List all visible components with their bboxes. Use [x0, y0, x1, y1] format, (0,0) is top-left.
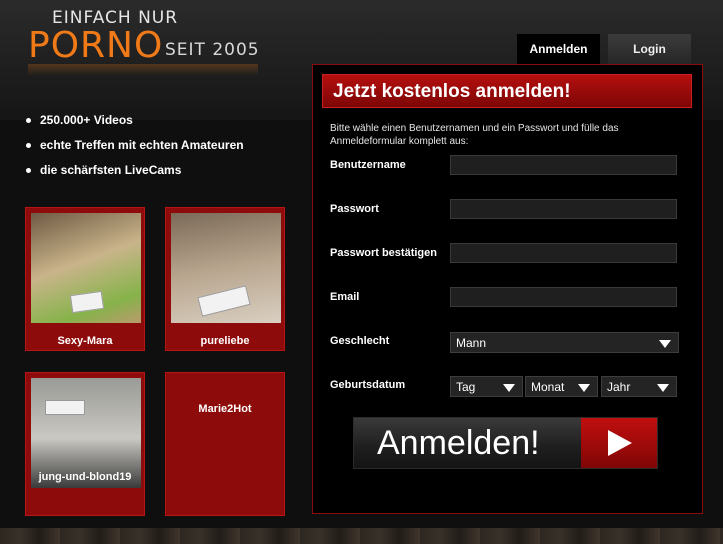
profile-name[interactable]: Marie2Hot — [166, 403, 284, 415]
profile-card[interactable]: jung-und-blond19 — [25, 372, 145, 516]
birth-year-value: Jahr — [607, 380, 631, 394]
password-confirm-input[interactable] — [450, 243, 677, 263]
photo-sign — [197, 285, 251, 317]
bottom-photo-strip — [0, 528, 723, 544]
bullet-icon — [26, 118, 31, 123]
profile-card[interactable]: pureliebe — [165, 207, 285, 351]
profile-photo[interactable] — [31, 213, 141, 323]
gender-value: Mann — [456, 336, 487, 350]
panel-title: Jetzt kostenlos anmelden! — [333, 81, 571, 102]
gender-select[interactable]: Mann — [450, 332, 679, 353]
feature-item: die schärfsten LiveCams — [26, 163, 244, 188]
submit-label: Anmelden! — [377, 424, 540, 462]
feature-text: 250.000+ Videos — [40, 113, 133, 127]
username-label: Benutzername — [330, 159, 406, 171]
panel-header: Jetzt kostenlos anmelden! — [322, 74, 692, 108]
birthdate-label: Geburtsdatum — [330, 379, 406, 391]
logo-big-text: PORNO — [28, 25, 164, 66]
feature-text: die schärfsten LiveCams — [40, 163, 182, 177]
username-input[interactable] — [450, 155, 677, 175]
birth-day-value: Tag — [456, 380, 476, 394]
chevron-down-icon — [503, 384, 515, 392]
tab-register[interactable]: Anmelden — [517, 34, 600, 64]
birth-month-value: Monat — [531, 380, 565, 394]
profile-card[interactable]: Marie2Hot — [165, 372, 285, 516]
password-confirm-label: Passwort bestätigen — [330, 247, 437, 259]
profile-card[interactable]: Sexy-Mara — [25, 207, 145, 351]
logo-small-text: SEIT 2005 — [165, 40, 260, 60]
bullet-icon — [26, 143, 31, 148]
profile-name[interactable]: pureliebe — [166, 335, 284, 347]
password-input[interactable] — [450, 199, 677, 219]
photo-sign — [45, 400, 85, 415]
gender-label: Geschlecht — [330, 335, 390, 347]
site-logo[interactable]: EINFACH NUR PORNO SEIT 2005 — [28, 6, 268, 76]
birth-month-select[interactable]: Monat — [525, 376, 598, 397]
tab-login[interactable]: Login — [608, 34, 691, 64]
password-label: Passwort — [330, 203, 379, 215]
chevron-down-icon — [659, 340, 671, 348]
email-input[interactable] — [450, 287, 677, 307]
play-arrow-icon — [608, 430, 632, 456]
submit-arrow-box — [581, 418, 657, 468]
feature-item: 250.000+ Videos — [26, 113, 244, 138]
profile-photo[interactable] — [171, 213, 281, 323]
profile-name[interactable]: jung-und-blond19 — [26, 471, 144, 483]
chevron-down-icon — [578, 384, 590, 392]
feature-list: 250.000+ Videos echte Treffen mit echten… — [26, 113, 244, 188]
birth-day-select[interactable]: Tag — [450, 376, 523, 397]
submit-button[interactable]: Anmelden! — [353, 417, 658, 469]
email-label: Email — [330, 291, 360, 303]
form-intro: Bitte wähle einen Benutzernamen und ein … — [330, 123, 619, 147]
feature-text: echte Treffen mit echten Amateuren — [40, 138, 244, 152]
chevron-down-icon — [657, 384, 669, 392]
bullet-icon — [26, 168, 31, 173]
feature-item: echte Treffen mit echten Amateuren — [26, 138, 244, 163]
profile-name[interactable]: Sexy-Mara — [26, 335, 144, 347]
birth-year-select[interactable]: Jahr — [601, 376, 677, 397]
registration-panel: Jetzt kostenlos anmelden! Bitte wähle ei… — [312, 64, 703, 514]
photo-sign — [69, 290, 105, 314]
logo-reflection — [28, 64, 258, 76]
